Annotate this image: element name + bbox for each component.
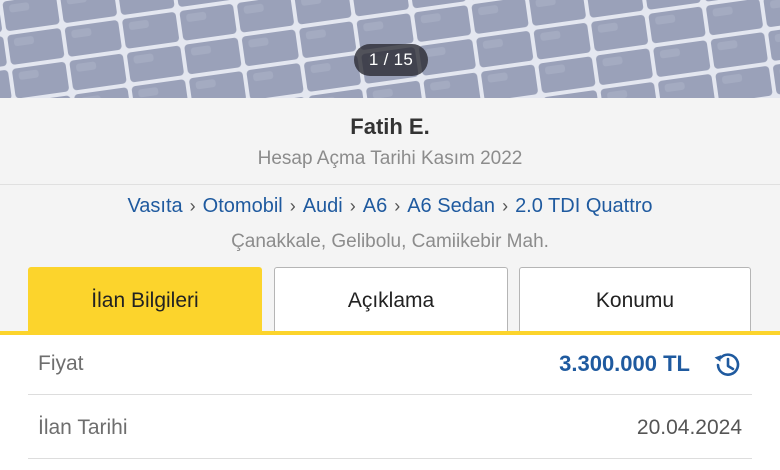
breadcrumb: Vasıta › Otomobil › Audi › A6 › A6 Sedan › 2.0 TDI… (0, 195, 780, 218)
tab-bar: İlan Bilgileri Açıklama Konumu (0, 267, 780, 331)
seller-info: Fatih E. Hesap Açma Tarihi Kasım 2022 (0, 98, 780, 184)
chevron-right-icon: › (394, 196, 401, 216)
date-label: İlan Tarihi (38, 416, 128, 439)
breadcrumb-item[interactable]: Otomobil (203, 195, 283, 217)
tab-listing-info[interactable]: İlan Bilgileri (28, 267, 262, 331)
chevron-right-icon: › (349, 196, 356, 216)
breadcrumb-item[interactable]: Vasıta (127, 195, 182, 217)
detail-row-date: İlan Tarihi 20.04.2024 (28, 399, 752, 459)
breadcrumb-item[interactable]: Audi (303, 195, 343, 217)
listing-meta: Vasıta › Otomobil › Audi › A6 › A6 Sedan › 2.0 TDI… (0, 185, 780, 267)
listing-location: Çanakkale, Gelibolu, Camiikebir Mah. (231, 231, 549, 252)
price-history-icon[interactable] (710, 348, 744, 382)
listing-details: Fiyat 3.300.000 TL İlan Tarihi 20.04.202… (0, 335, 780, 470)
photo-counter: 1 / 15 (354, 44, 428, 76)
seller-joined-date: Hesap Açma Tarihi Kasım 2022 (257, 148, 523, 169)
price-value: 3.300.000 TL (559, 351, 690, 376)
photo-gallery[interactable]: 1 / 15 (0, 0, 780, 98)
seller-name[interactable]: Fatih E. (0, 114, 780, 140)
detail-row-price: Fiyat 3.300.000 TL (28, 335, 752, 395)
breadcrumb-item[interactable]: A6 (363, 195, 387, 217)
chevron-right-icon: › (289, 196, 296, 216)
chevron-right-icon: › (189, 196, 196, 216)
date-value: 20.04.2024 (636, 416, 742, 439)
breadcrumb-item[interactable]: A6 Sedan (407, 195, 495, 217)
chevron-right-icon: › (502, 196, 509, 216)
tab-description[interactable]: Açıklama (274, 267, 508, 331)
breadcrumb-item[interactable]: 2.0 TDI Quattro (515, 195, 652, 217)
tab-location[interactable]: Konumu (519, 267, 751, 331)
price-label: Fiyat (38, 352, 84, 375)
